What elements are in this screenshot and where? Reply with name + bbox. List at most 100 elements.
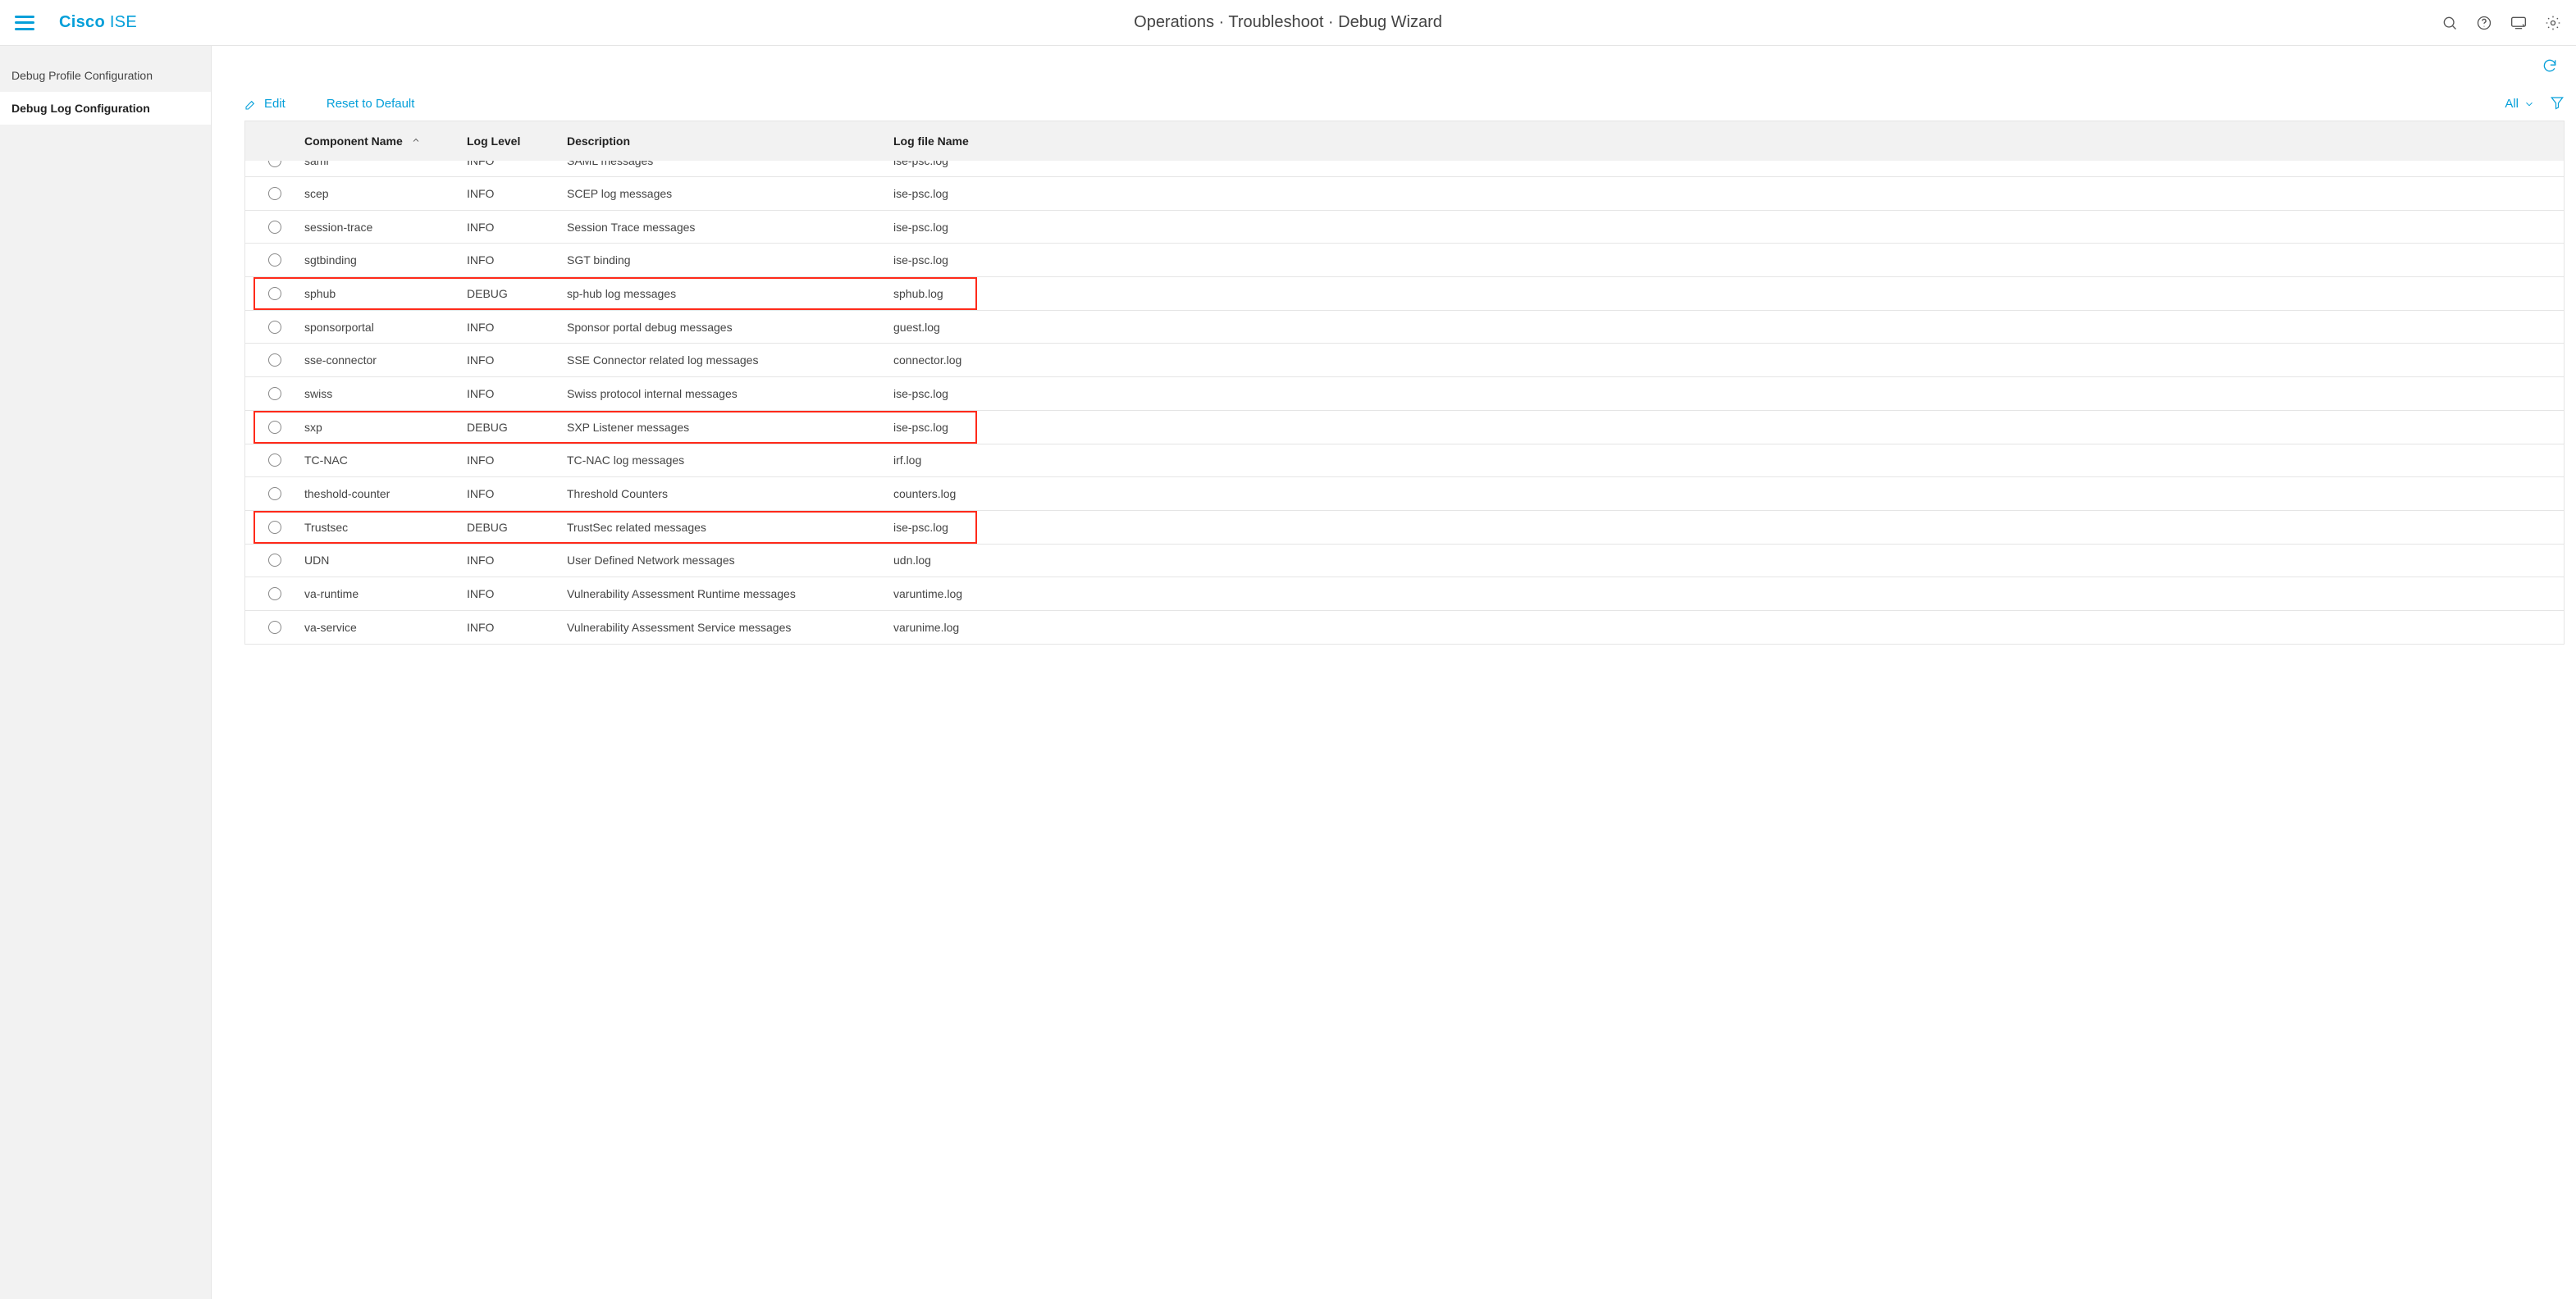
breadcrumb: Operations · Troubleshoot · Debug Wizard xyxy=(1134,13,1442,32)
row-radio[interactable] xyxy=(245,621,304,634)
cell-description: TC-NAC log messages xyxy=(567,454,893,467)
row-radio[interactable] xyxy=(245,253,304,267)
cell-file: ise-psc.log xyxy=(893,421,2554,434)
cell-component: session-trace xyxy=(304,221,467,234)
filter-icon[interactable] xyxy=(2550,95,2565,112)
reset-button[interactable]: Reset to Default xyxy=(327,97,415,111)
cell-file: varunime.log xyxy=(893,621,2554,634)
table-row[interactable]: UDNINFOUser Defined Network messagesudn.… xyxy=(245,545,2564,578)
sidebar-item-debug-log[interactable]: Debug Log Configuration xyxy=(0,92,211,125)
sidebar: Debug Profile Configuration Debug Log Co… xyxy=(0,46,212,1299)
cell-description: Vulnerability Assessment Service message… xyxy=(567,621,893,634)
table-row[interactable]: TrustsecDEBUGTrustSec related messagesis… xyxy=(245,511,2564,545)
cell-level: INFO xyxy=(467,321,567,334)
menu-icon[interactable] xyxy=(15,16,34,30)
row-radio[interactable] xyxy=(245,487,304,500)
row-radio[interactable] xyxy=(245,287,304,300)
cell-file: irf.log xyxy=(893,454,2554,467)
row-radio[interactable] xyxy=(245,187,304,200)
cell-description: TrustSec related messages xyxy=(567,521,893,534)
cell-component: sse-connector xyxy=(304,353,467,367)
col-component-label: Component Name xyxy=(304,134,403,148)
cell-component: va-service xyxy=(304,621,467,634)
search-icon[interactable] xyxy=(2441,15,2458,31)
cell-component: Trustsec xyxy=(304,521,467,534)
table-row[interactable]: theshold-counterINFOThreshold Countersco… xyxy=(245,477,2564,511)
cell-file: sphub.log xyxy=(893,287,2554,300)
table-row[interactable]: va-serviceINFOVulnerability Assessment S… xyxy=(245,611,2564,645)
refresh-icon[interactable] xyxy=(2542,57,2558,76)
row-radio[interactable] xyxy=(245,161,304,167)
row-radio[interactable] xyxy=(245,554,304,567)
cell-description: SCEP log messages xyxy=(567,187,893,200)
table-body: samlINFOSAML messagesise-psc.logscepINFO… xyxy=(245,161,2564,645)
cell-level: INFO xyxy=(467,253,567,267)
table-row[interactable]: TC-NACINFOTC-NAC log messagesirf.log xyxy=(245,444,2564,478)
table-row[interactable]: scepINFOSCEP log messagesise-psc.log xyxy=(245,177,2564,211)
table-row[interactable]: va-runtimeINFOVulnerability Assessment R… xyxy=(245,577,2564,611)
cell-component: sphub xyxy=(304,287,467,300)
cell-description: User Defined Network messages xyxy=(567,554,893,567)
cell-file: ise-psc.log xyxy=(893,253,2554,267)
cell-component: theshold-counter xyxy=(304,487,467,500)
cell-description: SGT binding xyxy=(567,253,893,267)
cell-description: Sponsor portal debug messages xyxy=(567,321,893,334)
cell-file: varuntime.log xyxy=(893,587,2554,600)
col-component[interactable]: Component Name xyxy=(304,134,467,148)
row-radio[interactable] xyxy=(245,387,304,400)
row-radio[interactable] xyxy=(245,454,304,467)
brand-ise: ISE xyxy=(110,13,137,31)
cell-level: INFO xyxy=(467,387,567,400)
cell-file: udn.log xyxy=(893,554,2554,567)
table-row[interactable]: swissINFOSwiss protocol internal message… xyxy=(245,377,2564,411)
cell-file: ise-psc.log xyxy=(893,521,2554,534)
edit-button[interactable]: Edit xyxy=(244,97,285,111)
cell-component: sgtbinding xyxy=(304,253,467,267)
cell-file: ise-psc.log xyxy=(893,161,2554,167)
sort-asc-icon xyxy=(411,134,421,148)
topbar: Cisco ISE Operations · Troubleshoot · De… xyxy=(0,0,2576,46)
row-radio[interactable] xyxy=(245,221,304,234)
col-level[interactable]: Log Level xyxy=(467,134,567,148)
cell-file: ise-psc.log xyxy=(893,221,2554,234)
reset-label: Reset to Default xyxy=(327,97,415,111)
cell-component: scep xyxy=(304,187,467,200)
row-radio[interactable] xyxy=(245,321,304,334)
cell-description: SSE Connector related log messages xyxy=(567,353,893,367)
cell-description: Vulnerability Assessment Runtime message… xyxy=(567,587,893,600)
brand: Cisco ISE xyxy=(59,13,137,32)
table-row[interactable]: session-traceINFOSession Trace messagesi… xyxy=(245,211,2564,244)
row-radio[interactable] xyxy=(245,421,304,434)
cell-level: INFO xyxy=(467,353,567,367)
row-radio[interactable] xyxy=(245,353,304,367)
cell-component: TC-NAC xyxy=(304,454,467,467)
table-header: Component Name Log Level Description Log… xyxy=(245,121,2564,161)
row-radio[interactable] xyxy=(245,521,304,534)
table-toolbar: Edit Reset to Default All xyxy=(244,95,2565,112)
table-row[interactable]: sxpDEBUGSXP Listener messagesise-psc.log xyxy=(245,411,2564,444)
cell-file: counters.log xyxy=(893,487,2554,500)
table-row[interactable]: sgtbindingINFOSGT bindingise-psc.log xyxy=(245,244,2564,277)
filter-all-dropdown[interactable]: All xyxy=(2505,97,2535,111)
table-row[interactable]: sponsorportalINFOSponsor portal debug me… xyxy=(245,311,2564,344)
table-row[interactable]: samlINFOSAML messagesise-psc.log xyxy=(245,161,2564,177)
cell-component: UDN xyxy=(304,554,467,567)
col-file[interactable]: Log file Name xyxy=(893,134,2554,148)
cell-description: SXP Listener messages xyxy=(567,421,893,434)
row-radio[interactable] xyxy=(245,587,304,600)
cell-level: INFO xyxy=(467,161,567,167)
content: Edit Reset to Default All Component Name xyxy=(212,46,2576,1299)
console-icon[interactable] xyxy=(2510,15,2527,31)
cell-level: INFO xyxy=(467,221,567,234)
cell-description: sp-hub log messages xyxy=(567,287,893,300)
table-row[interactable]: sphubDEBUGsp-hub log messagessphub.log xyxy=(245,277,2564,311)
cell-level: INFO xyxy=(467,587,567,600)
help-icon[interactable] xyxy=(2476,15,2492,31)
gear-icon[interactable] xyxy=(2545,15,2561,31)
cell-component: swiss xyxy=(304,387,467,400)
col-description[interactable]: Description xyxy=(567,134,893,148)
cell-component: sponsorportal xyxy=(304,321,467,334)
table-row[interactable]: sse-connectorINFOSSE Connector related l… xyxy=(245,344,2564,377)
sidebar-item-debug-profile[interactable]: Debug Profile Configuration xyxy=(0,59,211,92)
cell-level: INFO xyxy=(467,187,567,200)
